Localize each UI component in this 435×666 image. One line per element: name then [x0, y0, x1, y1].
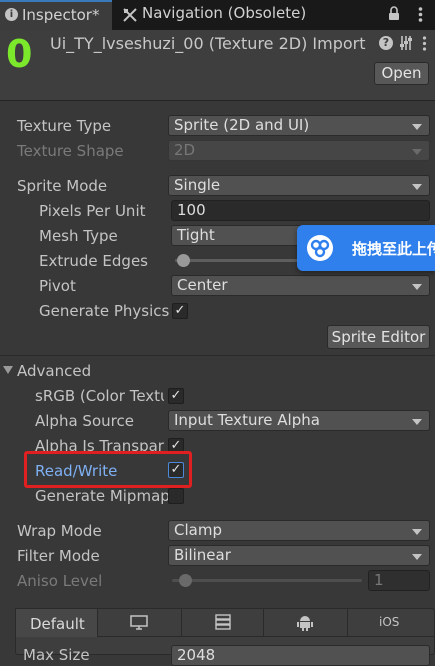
read-write-checkbox[interactable]: ✓ [168, 462, 184, 478]
srgb-checkbox[interactable]: ✓ [168, 388, 184, 404]
texture-shape-label: Texture Shape [17, 142, 124, 160]
asset-title: Ui_TY_lvseshuzi_00 (Texture 2D) Import [50, 34, 366, 53]
generate-physics-label: Generate Physics [39, 302, 170, 320]
aniso-level-slider-thumb [179, 574, 192, 587]
platform-tab-ios[interactable]: iOS [348, 608, 435, 637]
wrap-mode-label: Wrap Mode [17, 522, 102, 540]
generate-mipmap-label: Generate Mipmap [35, 487, 170, 505]
texture-shape-dropdown: 2D [168, 140, 430, 161]
section-divider [0, 355, 435, 356]
pixels-per-unit-input[interactable]: 100 [171, 200, 430, 221]
upload-drop-popup[interactable]: 拖拽至此上传 [297, 225, 435, 271]
chevron-down-icon [412, 124, 422, 130]
pivot-value: Center [177, 276, 228, 294]
srgb-label: sRGB (Color Textu [35, 387, 164, 405]
header-more-icon[interactable] [422, 35, 427, 52]
chevron-down-icon [412, 529, 422, 535]
sprite-mode-value: Single [174, 176, 221, 194]
info-icon: i [5, 8, 18, 21]
alpha-source-label: Alpha Source [35, 412, 134, 430]
chevron-down-icon [412, 284, 422, 290]
max-size-value: 2048 [177, 646, 216, 664]
alpha-source-value: Input Texture Alpha [174, 411, 320, 429]
asset-count: 0 [6, 32, 33, 76]
mesh-type-label: Mesh Type [39, 227, 118, 245]
aniso-level-input: 1 [368, 570, 430, 591]
lock-icon[interactable] [388, 6, 400, 21]
preset-icon[interactable] [399, 35, 413, 51]
filter-mode-value: Bilinear [174, 546, 231, 564]
extrude-edges-slider[interactable] [175, 259, 300, 262]
max-size-dropdown[interactable]: 2048 [171, 645, 430, 666]
extrude-edges-label: Extrude Edges [39, 252, 148, 270]
platform-tab-server[interactable] [182, 608, 264, 637]
aniso-level-slider [172, 579, 362, 582]
platform-tab-default[interactable]: Default [15, 608, 98, 637]
chevron-down-icon [412, 149, 422, 155]
aniso-level-label: Aniso Level [17, 572, 103, 590]
android-icon [297, 616, 313, 631]
extrude-edges-slider-thumb[interactable] [177, 254, 190, 267]
help-icon[interactable]: ? [379, 36, 393, 50]
cloud-upload-icon [307, 235, 333, 261]
mesh-type-value: Tight [177, 226, 215, 244]
texture-shape-value: 2D [174, 141, 196, 159]
chevron-down-icon [412, 554, 422, 560]
navigation-icon [123, 8, 137, 22]
platform-tab-default-label: Default [30, 615, 85, 633]
texture-type-value: Sprite (2D and UI) [174, 116, 310, 134]
expand-advanced-icon[interactable] [3, 366, 13, 374]
pivot-label: Pivot [39, 277, 76, 295]
upload-drop-text: 拖拽至此上传 [352, 240, 435, 258]
server-icon [215, 614, 231, 630]
platform-tab-ios-label: iOS [379, 615, 400, 629]
tab-inspector[interactable]: i Inspector* [0, 0, 112, 30]
read-write-label: Read/Write [35, 462, 118, 480]
generate-physics-checkbox[interactable]: ✓ [172, 303, 188, 319]
filter-mode-dropdown[interactable]: Bilinear [168, 545, 430, 566]
sprite-mode-dropdown[interactable]: Single [168, 175, 430, 196]
wrap-mode-value: Clamp [174, 521, 222, 539]
chevron-down-icon [412, 419, 422, 425]
advanced-section-label[interactable]: Advanced [17, 362, 91, 380]
max-size-label: Max Size [23, 646, 90, 664]
platform-tab-android[interactable] [264, 608, 348, 637]
tab-inspector-label: Inspector* [22, 6, 100, 24]
generate-mipmap-checkbox[interactable] [168, 488, 184, 504]
tab-navigation[interactable]: Navigation (Obsolete) [118, 0, 318, 30]
texture-type-dropdown[interactable]: Sprite (2D and UI) [168, 115, 430, 136]
platform-tab-standalone[interactable] [98, 608, 182, 637]
tab-navigation-label: Navigation (Obsolete) [142, 4, 307, 22]
more-options-icon[interactable] [418, 6, 423, 23]
wrap-mode-dropdown[interactable]: Clamp [168, 520, 430, 541]
pivot-dropdown[interactable]: Center [171, 275, 430, 296]
chevron-down-icon [412, 184, 422, 190]
open-button[interactable]: Open [374, 62, 429, 85]
sprite-mode-label: Sprite Mode [17, 177, 108, 195]
filter-mode-label: Filter Mode [17, 547, 100, 565]
texture-type-label: Texture Type [17, 117, 112, 135]
monitor-icon [130, 615, 148, 630]
alpha-source-dropdown[interactable]: Input Texture Alpha [168, 410, 430, 431]
sprite-editor-button[interactable]: Sprite Editor [327, 325, 430, 349]
pixels-per-unit-label: Pixels Per Unit [39, 202, 146, 220]
